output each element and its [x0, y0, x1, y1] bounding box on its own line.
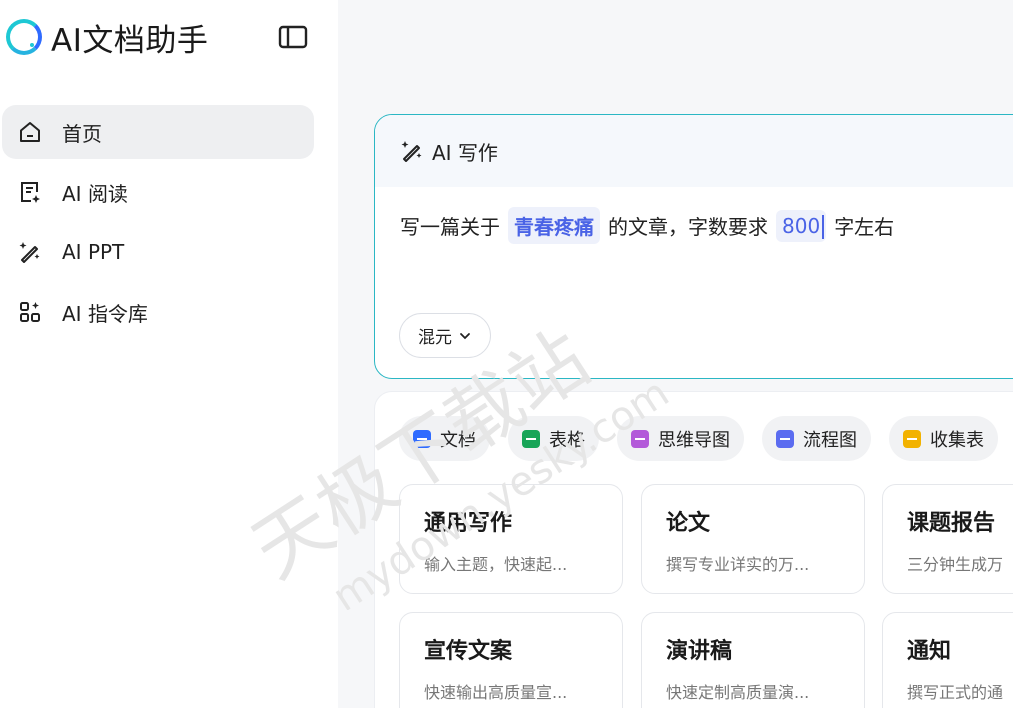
home-icon	[17, 119, 43, 145]
sidebar-panel-icon	[278, 25, 308, 48]
sidebar: AI文档助手 首页 AI 阅读 AI PPT AI 指令库	[0, 0, 338, 708]
apps-icon	[17, 299, 43, 325]
mindmap-icon	[631, 429, 649, 448]
spreadsheet-icon	[522, 429, 540, 448]
sidebar-item-ai-ppt[interactable]: AI PPT	[2, 225, 314, 279]
magic-wand-icon	[401, 141, 422, 162]
sidebar-item-label: AI 指令库	[62, 301, 148, 326]
prompt-text: 的文章，字数要求	[608, 215, 768, 239]
sidebar-nav: 首页 AI 阅读 AI PPT AI 指令库	[2, 105, 314, 345]
template-tile[interactable]: 演讲稿 快速定制高质量演...	[641, 612, 865, 708]
prompt-input[interactable]: 写一篇关于 青春疼痛 的文章，字数要求 800 字左右	[400, 207, 894, 244]
sidebar-toggle-button[interactable]	[278, 24, 308, 49]
prompt-text: 写一篇关于	[400, 215, 500, 239]
sidebar-item-home[interactable]: 首页	[2, 105, 314, 159]
sidebar-item-ai-prompts[interactable]: AI 指令库	[2, 285, 314, 339]
chip-doc[interactable]: 文档	[399, 416, 490, 461]
chip-mindmap[interactable]: 思维导图	[617, 416, 744, 461]
chip-flowchart[interactable]: 流程图	[762, 416, 871, 461]
template-tile[interactable]: 通用写作 输入主题，快速起...	[399, 484, 623, 594]
chip-label: 收集表	[930, 429, 984, 451]
logo-icon	[6, 19, 42, 55]
template-title: 演讲稿	[666, 639, 733, 664]
document-icon	[413, 429, 431, 448]
template-desc: 快速定制高质量演...	[666, 683, 810, 702]
app-title: AI文档助手	[51, 22, 209, 59]
template-desc: 撰写正式的通	[907, 683, 1004, 702]
chip-form[interactable]: 收集表	[889, 416, 998, 461]
model-select-value: 混元	[418, 328, 452, 348]
template-title: 课题报告	[907, 511, 996, 536]
template-title: 宣传文案	[424, 639, 513, 664]
sidebar-item-ai-reading[interactable]: AI 阅读	[2, 165, 314, 219]
chip-label: 流程图	[803, 429, 857, 451]
template-tile[interactable]: 课题报告 三分钟生成万	[882, 484, 1013, 594]
chip-label: 思维导图	[658, 429, 730, 451]
topic-slot[interactable]: 青春疼痛	[508, 207, 600, 244]
sidebar-item-label: AI PPT	[62, 240, 125, 264]
template-desc: 快速输出高质量宣...	[424, 683, 568, 702]
sidebar-item-label: 首页	[62, 121, 102, 146]
magic-wand-icon	[17, 239, 43, 265]
template-title: 通用写作	[424, 511, 513, 536]
brand[interactable]: AI文档助手	[6, 16, 209, 59]
form-icon	[903, 429, 921, 448]
template-desc: 撰写专业详实的万...	[666, 555, 810, 574]
main-area: AI 写作 写一篇关于 青春疼痛 的文章，字数要求 800 字左右 混元 文档 …	[338, 0, 1013, 708]
template-tile[interactable]: 通知 撰写正式的通	[882, 612, 1013, 708]
template-tile[interactable]: 论文 撰写专业详实的万...	[641, 484, 865, 594]
reading-icon	[17, 179, 43, 205]
template-desc: 输入主题，快速起...	[424, 555, 568, 574]
template-title: 通知	[907, 639, 952, 664]
sidebar-item-label: AI 阅读	[62, 181, 128, 206]
chip-label: 文档	[440, 429, 476, 451]
word-count-slot[interactable]: 800	[776, 209, 827, 242]
flowchart-icon	[776, 429, 794, 448]
template-tile[interactable]: 宣传文案 快速输出高质量宣...	[399, 612, 623, 708]
chevron-down-icon	[460, 332, 470, 339]
category-chips: 文档 表格 思维导图 流程图 收集表	[399, 416, 1013, 461]
ai-writing-card: AI 写作 写一篇关于 青春疼痛 的文章，字数要求 800 字左右 混元	[374, 114, 1013, 379]
ai-writing-title: AI 写作	[432, 140, 498, 165]
template-title: 论文	[666, 511, 711, 536]
chip-label: 表格	[549, 429, 585, 451]
prompt-text: 字左右	[834, 215, 895, 239]
template-desc: 三分钟生成万	[907, 555, 1004, 574]
templates-card: 文档 表格 思维导图 流程图 收集表 通用写作 输入主题，快速起... 论文 撰…	[374, 391, 1013, 708]
chip-sheet[interactable]: 表格	[508, 416, 599, 461]
model-select[interactable]: 混元	[399, 313, 491, 358]
ai-writing-header: AI 写作	[375, 115, 1013, 187]
